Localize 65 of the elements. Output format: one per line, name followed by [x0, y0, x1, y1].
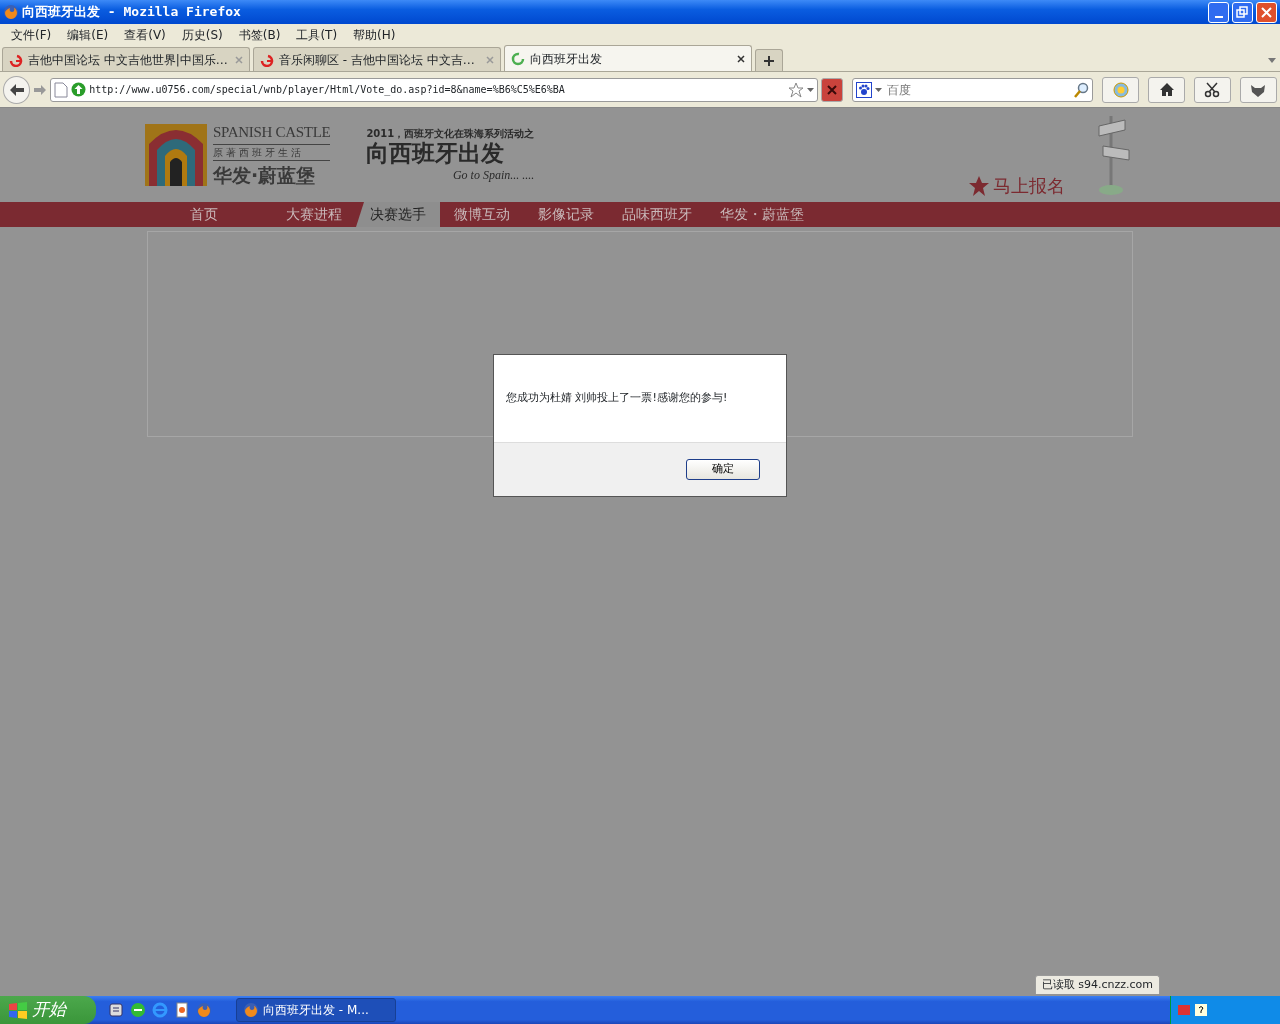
scissors-button[interactable] — [1194, 76, 1231, 103]
star-icon — [968, 174, 990, 197]
minimize-button[interactable] — [1208, 1, 1229, 23]
nav-tab[interactable]: 决赛选手 — [356, 202, 440, 227]
close-icon[interactable] — [737, 54, 745, 63]
paw-icon — [855, 81, 872, 98]
logo-subtitle: 原著西班牙生活 — [213, 143, 331, 161]
event-slogan: Go to Spain... .... — [452, 167, 535, 185]
star-icon[interactable] — [788, 81, 805, 98]
menu-item[interactable]: 文件(F) — [3, 26, 60, 44]
minimize-icon — [1214, 15, 1223, 18]
plus-icon — [764, 55, 774, 66]
browser-logo-icon — [243, 1002, 259, 1018]
nav-tab[interactable]: 华发・蔚蓝堡 — [706, 202, 818, 227]
dropdown-caret-icon[interactable] — [1268, 58, 1276, 63]
close-icon — [827, 84, 838, 95]
nav-tab[interactable]: 品味西班牙 — [608, 202, 706, 227]
window-title: 向西班牙出发 - Mozilla Firefox — [22, 3, 242, 22]
scissors-icon — [1204, 81, 1221, 98]
cat-button[interactable] — [1240, 76, 1277, 103]
browser-logo-icon[interactable] — [196, 1002, 212, 1018]
browser-tab[interactable]: 向西班牙出发 — [504, 45, 752, 71]
page-icon — [54, 81, 69, 98]
nav-tab[interactable]: 首页 — [176, 202, 232, 227]
menu-item[interactable]: 帮助(H) — [345, 26, 404, 44]
badge-icon — [1112, 81, 1129, 98]
notes-icon[interactable] — [108, 1002, 124, 1018]
loading-spinner-icon — [511, 51, 525, 66]
home-button[interactable] — [1148, 76, 1185, 103]
address-field[interactable]: http://www.u0756.com/special/wnb/player/Html/Vote_do.asp?id=8&name=%B6%C5%E6%BA — [50, 77, 819, 102]
menu-item[interactable]: 查看(V) — [116, 26, 174, 44]
close-button[interactable] — [1256, 1, 1277, 23]
event-title: 向西班牙出发 — [366, 140, 506, 167]
nav-tab[interactable]: 影像记录 — [524, 202, 608, 227]
search-icon[interactable] — [1073, 81, 1090, 98]
status-text: 已读取 s94.cnzz.com — [1034, 974, 1160, 994]
browser-logo-icon — [3, 4, 19, 20]
new-tab-button[interactable] — [755, 49, 783, 71]
dropdown-caret-icon[interactable] — [807, 87, 815, 92]
logo-name: 华发·蔚蓝堡 — [213, 162, 317, 188]
menu-item[interactable]: 书签(B) — [230, 26, 289, 44]
help-icon[interactable] — [1194, 1003, 1208, 1017]
document-icon[interactable] — [174, 1002, 190, 1018]
stop-button[interactable] — [821, 77, 843, 102]
restore-icon — [1234, 3, 1251, 21]
home-icon — [1158, 81, 1175, 98]
taskbar-window-button[interactable]: 向西班牙出发 - M... — [236, 998, 396, 1022]
menu-item[interactable]: 编辑(E) — [59, 26, 117, 44]
dialog-message: 您成功为杜婧 刘帅投上了一票!感谢您的参与! — [506, 390, 728, 407]
left-arrow-icon — [8, 82, 25, 97]
event-caption: 2011，西班牙文化在珠海系列活动之 — [366, 126, 535, 141]
back-button[interactable] — [3, 75, 31, 104]
nav-tab[interactable]: 微博互动 — [440, 202, 524, 227]
menu-item[interactable]: 历史(S) — [173, 26, 231, 44]
restore-button[interactable] — [1232, 1, 1253, 23]
logo-title: SPANISH CASTLE — [213, 123, 331, 142]
search-field[interactable]: 百度 — [851, 77, 1094, 102]
nav-tab[interactable]: 大赛进程 — [272, 202, 356, 227]
browser-tab[interactable]: 吉他中国论坛 中文吉他世界|中国乐… — [2, 47, 250, 71]
ok-button[interactable]: 确定 — [686, 459, 760, 480]
castle-logo-icon — [145, 124, 207, 186]
browser-tab[interactable]: 音乐闲聊区 - 吉他中国论坛 中文吉… — [253, 47, 501, 71]
menu-item[interactable]: 工具(T) — [288, 26, 346, 44]
windows-logo-icon — [8, 1001, 28, 1019]
dropdown-caret-icon — [874, 87, 882, 92]
